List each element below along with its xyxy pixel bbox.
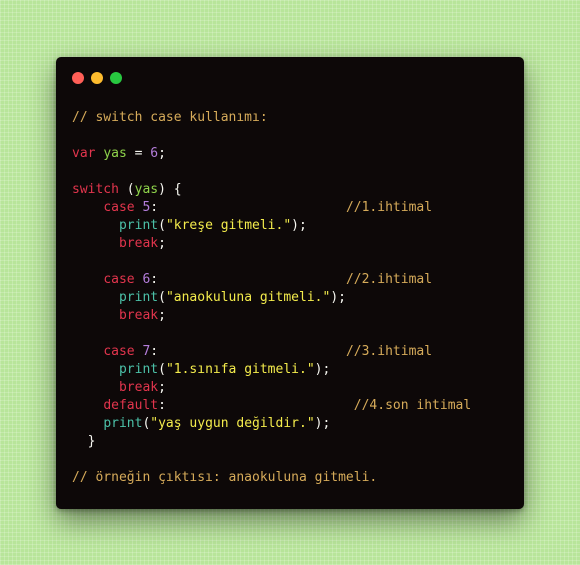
code-token: var [72,146,96,161]
code-token: // switch case kullanımı: [72,110,268,125]
code-token: case [103,344,135,359]
close-dot-icon[interactable] [72,72,84,84]
code-token: : [150,272,346,287]
code-line: print("1.sınıfa gitmeli."); [72,361,471,379]
code-line: case 6: //2.ihtimal [72,271,471,289]
code-line: // switch case kullanımı: [72,109,471,127]
code-line: var yas = 6; [72,145,471,163]
code-token: break [118,236,159,251]
code-token: "anaokuluna gitmeli." [165,290,331,305]
code-token: = [126,146,151,161]
code-token: ( [158,290,166,305]
code-token: ; [158,236,166,251]
code-line: break; [72,307,471,325]
code-line: case 7: //3.ihtimal [72,343,471,361]
code-token: ( [158,362,166,377]
code-token: break [118,308,159,323]
code-token: //4.son ihtimal [353,398,472,413]
code-line: case 5: //1.ihtimal [72,199,471,217]
code-token: ( [118,182,135,197]
code-token: ) { [158,182,182,197]
code-token: //2.ihtimal [345,272,433,287]
code-token: print [118,290,159,305]
code-token: //3.ihtimal [345,344,433,359]
code-window: // switch case kullanımı: var yas = 6; s… [56,57,524,509]
code-token: "yaş uygun değildir." [150,416,315,431]
code-token: yas [103,146,127,161]
code-token: ); [330,290,346,305]
code-token: switch [72,182,119,197]
code-token: ); [314,416,331,431]
code-token: break [118,380,159,395]
code-line: print("anaokuluna gitmeli."); [72,289,471,307]
code-block: // switch case kullanımı: var yas = 6; s… [72,109,471,487]
code-token: default [103,398,159,413]
code-token: case [103,200,135,215]
minimize-dot-icon[interactable] [91,72,103,84]
code-token: "1.sınıfa gitmeli." [165,362,315,377]
code-token: 6 [150,146,159,161]
code-token: print [118,362,159,377]
code-token: print [103,416,143,431]
code-token: ; [158,308,166,323]
code-line: break; [72,235,471,253]
code-line: print("yaş uygun değildir."); [72,415,471,433]
code-token: //1.ihtimal [345,200,433,215]
code-token: // örneğin çıktısı: anaokuluna gitmeli. [72,470,378,485]
code-token: print [118,218,159,233]
window-controls [72,72,122,84]
code-line: print("kreşe gitmeli."); [72,217,471,235]
code-token: ; [158,380,166,395]
code-line: default: //4.son ihtimal [72,397,471,415]
code-token: ( [158,218,166,233]
code-token: : [150,200,346,215]
code-line: // örneğin çıktısı: anaokuluna gitmeli. [72,469,471,487]
code-token: : [150,344,346,359]
code-token: ; [158,146,166,161]
code-token: "kreşe gitmeli." [165,218,292,233]
code-token: : [158,398,354,413]
code-token: ); [314,362,331,377]
code-token: case [103,272,135,287]
code-token: } [72,434,96,449]
code-token: ); [291,218,307,233]
code-line: break; [72,379,471,397]
maximize-dot-icon[interactable] [110,72,122,84]
code-line: switch (yas) { [72,181,471,199]
code-line: } [72,433,471,451]
code-token: yas [134,182,159,197]
